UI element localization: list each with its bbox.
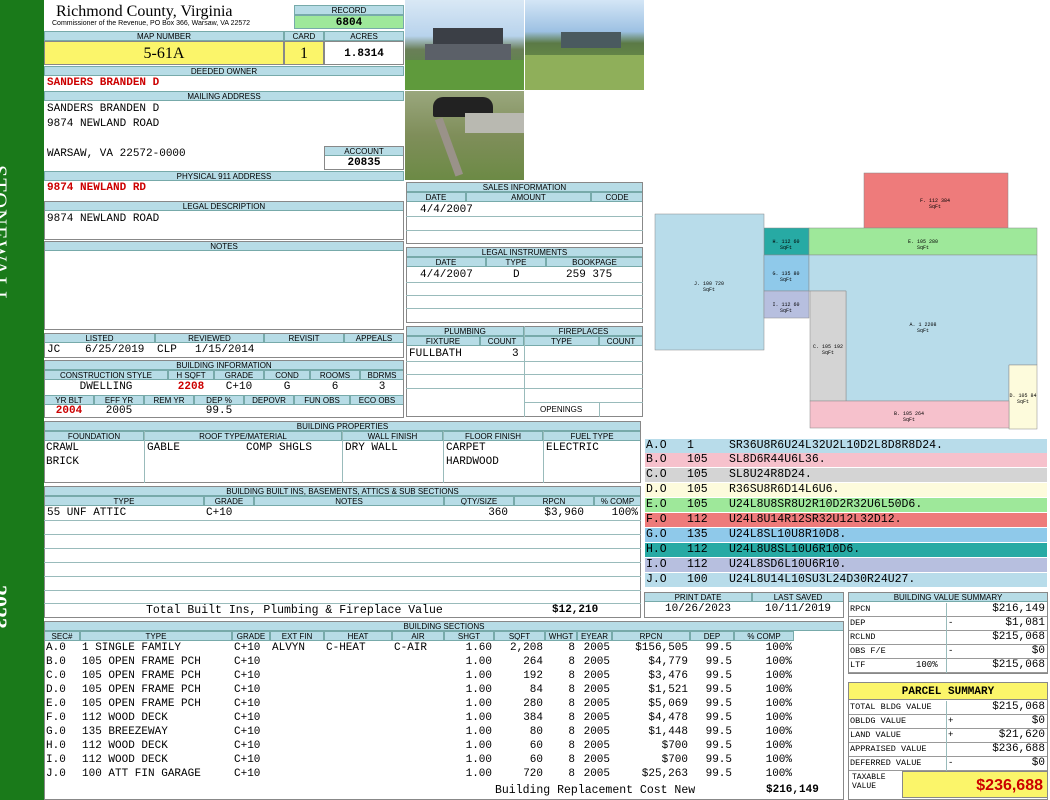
sketch-label-h: H. 112 60 SqFt — [772, 239, 800, 251]
builtins-total-label: Total Built Ins, Plumbing & Fireplace Va… — [146, 604, 443, 617]
legal-box — [44, 201, 404, 240]
builtins-box — [44, 486, 641, 618]
building-sketch: F. 112 384 SqFt H. 112 60 SqFt E. 105 28… — [645, 0, 1050, 438]
mailing-line-2: 9874 NEWLAND ROAD — [47, 118, 160, 130]
sections-total-label: Building Replacement Cost New — [495, 784, 696, 797]
parcel-summary-box — [848, 682, 1048, 800]
segment-row: J.O 100 U24L8U14L10SU3L24D30R24U27. — [645, 573, 1047, 587]
sections-box — [44, 621, 844, 800]
segment-row: A.O 1 SR36U8R6U24L32U2L10D2L8D8R8D24. — [645, 439, 1047, 453]
sketch-label-g: G. 135 80 SqFt — [772, 271, 800, 283]
sketch-label-f: F. 112 384 SqFt — [919, 198, 950, 210]
physical-address-label: PHYSICAL 911 ADDRESS — [44, 171, 404, 181]
house-photo-2 — [525, 0, 644, 90]
listing-box — [44, 333, 404, 358]
mailing-address-label: MAILING ADDRESS — [44, 91, 404, 101]
tax-year: 2023 — [0, 585, 12, 629]
segment-row: E.O 105 U24L8U8SR8U2R10D2R32U6L50D6. — [645, 498, 1047, 512]
segment-row: B.O 105 SL8D6R44U6L36. — [645, 453, 1047, 467]
segment-row: D.O 105 R36SU8R6D14L6U6. — [645, 483, 1047, 497]
deeded-owner-label: DEEDED OWNER — [44, 66, 404, 76]
district-name: STONEWALL — [0, 165, 12, 306]
building-info-box — [44, 360, 404, 418]
record-label: RECORD — [294, 5, 404, 15]
sketch-label-i: I. 112 60 SqFt — [772, 302, 800, 314]
house-photo-1 — [405, 0, 524, 90]
sections-total: $216,149 — [766, 784, 819, 796]
mailing-line-1: SANDERS BRANDEN D — [47, 103, 160, 115]
segment-row: I.O 112 U24L8SD6L10U6R10. — [645, 558, 1047, 572]
sketch-label-c: C. 105 192 SqFt — [812, 344, 843, 356]
value-summary-box — [848, 592, 1048, 674]
sketch-label-j: J. 100 720 SqFt — [693, 281, 724, 293]
mailing-line-3: WARSAW, VA 22572-0000 — [47, 148, 186, 160]
sketch-label-e: E. 105 280 SqFt — [907, 239, 938, 251]
physical-address: 9874 NEWLAND RD — [47, 182, 147, 194]
dates-box — [644, 592, 844, 618]
sketch-svg — [654, 172, 1038, 430]
mailbox-photo — [405, 91, 524, 180]
deeded-owner: SANDERS BRANDEN D — [47, 77, 160, 89]
account-box — [324, 146, 404, 170]
sketch-label-a: A. 1 2208 SqFt — [909, 322, 937, 334]
acres-label: ACRES — [324, 31, 404, 41]
district-sidebar: STONEWALL 2023 — [0, 0, 44, 800]
segment-row: G.O 135 U24L8SL10U8R10D8. — [645, 528, 1047, 542]
segment-row: F.O 112 U24L8U14R12SR32U12L32D12. — [645, 513, 1047, 527]
commissioner-address: Commissioner of the Revenue, PO Box 366,… — [52, 20, 251, 27]
sales-box — [406, 182, 643, 244]
card-number: 1 — [284, 41, 324, 65]
map-number: 5-61A — [44, 41, 284, 65]
county-title: Richmond County, Virginia — [56, 3, 233, 20]
record-number: 6804 — [294, 15, 404, 29]
segment-row: H.O 112 U24L8U8SL10U6R10D6. — [645, 543, 1047, 557]
builtins-total: $12,210 — [552, 604, 599, 616]
segment-row: C.O 105 SL8U24R8D24. — [645, 468, 1047, 482]
sketch-label-d: D. 105 84 SqFt — [1009, 393, 1037, 405]
map-number-label: MAP NUMBER — [44, 31, 284, 41]
notes-box — [44, 241, 404, 330]
acres-value: 1.8314 — [324, 41, 404, 65]
sketch-label-b: B. 105 264 SqFt — [893, 411, 924, 423]
legal-instruments-box — [406, 247, 643, 323]
card-label: CARD — [284, 31, 324, 41]
